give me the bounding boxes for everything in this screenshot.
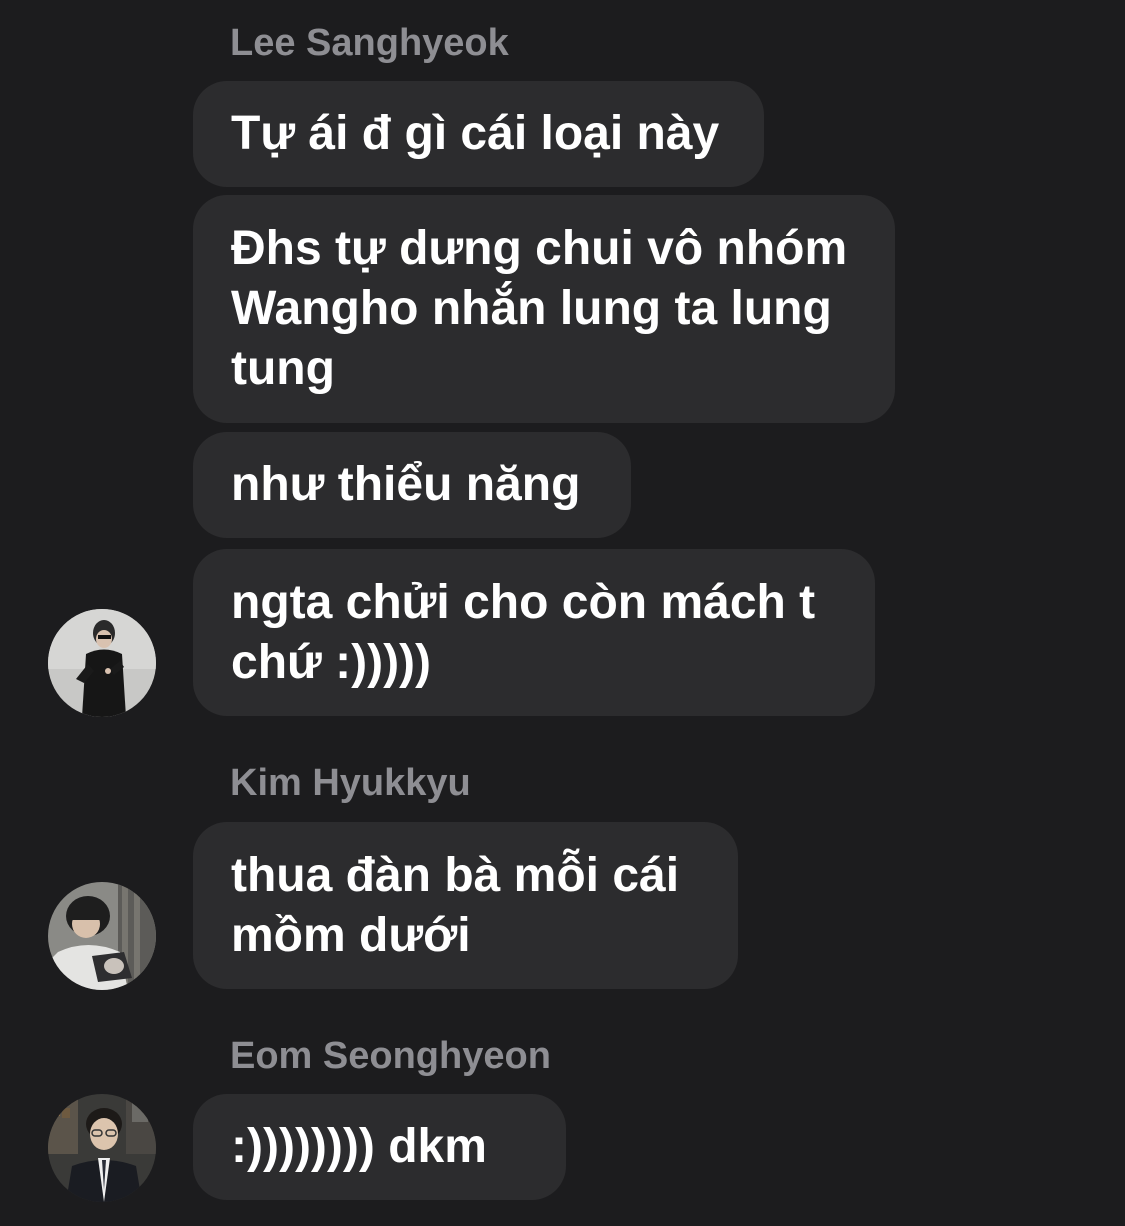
message-text: thua đàn bà mỗi cái mồm dưới xyxy=(231,848,680,962)
avatar-lee-sanghyeok-icon xyxy=(48,609,156,717)
avatar-eom-seonghyeon[interactable] xyxy=(48,1094,156,1202)
message-bubble[interactable]: :)))))))) dkm xyxy=(193,1094,566,1200)
avatar-kim-hyukkyu-icon xyxy=(48,882,156,990)
message-bubble[interactable]: ngta chửi cho còn mách t chứ :))))) xyxy=(193,549,875,716)
message-text: như thiểu năng xyxy=(231,458,581,511)
message-bubble[interactable]: Đhs tự dưng chui vô nhóm Wangho nhắn lun… xyxy=(193,195,895,423)
message-bubble[interactable]: Tự ái đ gì cái loại này xyxy=(193,81,764,187)
message-bubble[interactable]: thua đàn bà mỗi cái mồm dưới xyxy=(193,822,738,989)
message-text: :)))))))) dkm xyxy=(231,1120,487,1173)
avatar-kim-hyukkyu[interactable] xyxy=(48,882,156,990)
sender-name-lee-sanghyeok: Lee Sanghyeok xyxy=(230,22,509,64)
message-text: Tự ái đ gì cái loại này xyxy=(231,107,720,160)
message-text: Đhs tự dưng chui vô nhóm Wangho nhắn lun… xyxy=(231,222,848,395)
avatar-lee-sanghyeok[interactable] xyxy=(48,609,156,717)
message-text: ngta chửi cho còn mách t chứ :))))) xyxy=(231,575,816,689)
sender-name-eom-seonghyeon: Eom Seonghyeon xyxy=(230,1035,551,1077)
message-bubble[interactable]: như thiểu năng xyxy=(193,432,631,538)
sender-name-kim-hyukkyu: Kim Hyukkyu xyxy=(230,762,471,804)
avatar-eom-seonghyeon-icon xyxy=(48,1094,156,1202)
